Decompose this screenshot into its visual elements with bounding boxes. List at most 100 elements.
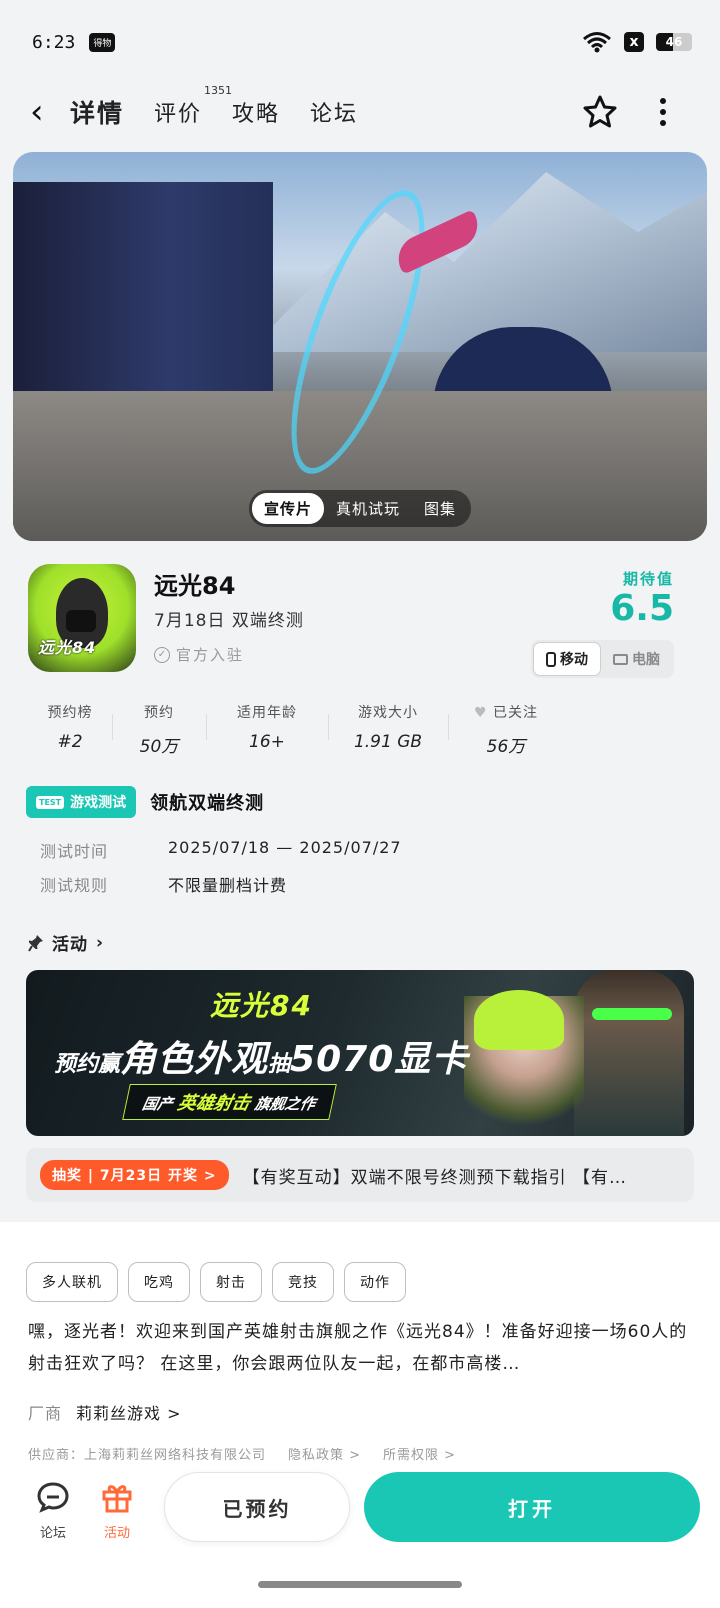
stat-value: 56万 [486,737,526,757]
test-tag-icon: TEST [36,795,65,809]
forum-button[interactable]: 论坛 [26,1480,80,1541]
icon-mask [66,610,96,632]
tag-list: 多人联机 吃鸡 射击 竞技 动作 [26,1262,406,1302]
chat-bubble-icon [37,1482,69,1513]
rating-label: 期待值 [622,570,674,588]
tab-label: 评价 [154,102,203,127]
stat-label: 预约榜 [47,705,93,721]
tab-guides[interactable]: 攻略 [232,96,280,128]
notice-bar[interactable]: 抽奖 | 7月23日 开奖 > 【有奖互动】双端不限号终测预下载指引 【有… [26,1148,694,1202]
stat-age: 适用年龄 16+ [206,702,328,757]
stat-label: 预约 [144,705,174,721]
vendor-label: 厂商 [28,1404,63,1423]
expectation-rating: 期待值 6.5 [610,568,674,629]
test-badge: TEST 游戏测试 [26,786,137,818]
tab-label: 论坛 [310,102,359,127]
test-title: 领航双端终测 [150,793,265,814]
activity-button[interactable]: 活动 [90,1480,144,1541]
media-tab-trailer[interactable]: 宣传片 [251,493,324,524]
privacy-link[interactable]: 隐私政策 > [288,1444,361,1463]
activity-label: 活动 [103,1526,130,1541]
test-row: TEST 游戏测试 领航双端终测 [26,786,264,818]
banner-character-male [574,970,684,1136]
check-circle-icon: ✓ [154,646,170,663]
stat-value: #2 [57,732,83,752]
activity-title: 活动 [52,935,88,955]
banner-sub-a: 国产 [140,1095,175,1113]
stats-row: 预约榜 #2 预约 50万 适用年龄 16+ 游戏大小 1.91 GB ♥ 已关… [28,702,588,757]
banner-text: 抽 [268,1052,291,1077]
stat-size: 游戏大小 1.91 GB [328,702,448,757]
test-rule-label: 测试规则 [40,876,109,895]
banner-text: 角色外观 [120,1039,269,1080]
test-info: 测试时间 2025/07/18 — 2025/07/27 测试规则 不限量删档计… [40,838,402,906]
tab-label: 详情 [70,99,125,128]
media-carousel[interactable]: 宣传片 真机试玩 图集 [13,152,707,541]
home-indicator[interactable] [258,1581,462,1588]
app-notification-badge: 得物 [89,32,116,52]
stat-value: 1.91 GB [353,732,423,752]
test-time-value: 2025/07/18 — 2025/07/27 [168,838,402,857]
activity-banner[interactable]: 远光84 预约赢 角色外观 抽 5070显卡 国产 英雄射击 旗舰之作 [26,970,694,1136]
pin-icon [28,934,43,952]
tag-chip[interactable]: 竞技 [272,1262,334,1302]
banner-text: 5070显卡 [290,1039,469,1080]
tag-chip[interactable]: 射击 [200,1262,262,1302]
tag-chip[interactable]: 多人联机 [26,1262,118,1302]
stat-value: 16+ [249,732,285,752]
banner-hair [474,990,564,1050]
battery-text: 46 [665,35,683,49]
stat-label: 已关注 [493,705,538,721]
banner-glasses [592,1008,672,1020]
app-subtitle: 7月18日 双端终测 [154,611,304,631]
app-name: 远光84 [154,572,236,600]
banner-headline: 预约赢 角色外观 抽 5070显卡 [54,1030,468,1082]
media-tab-gameplay[interactable]: 真机试玩 [324,493,412,524]
platform-mobile[interactable]: 移动 [533,642,601,676]
star-icon[interactable] [582,94,618,130]
test-rule-row: 测试规则 不限量删档计费 [40,872,402,896]
tag-chip[interactable]: 吃鸡 [128,1262,190,1302]
tab-details[interactable]: 详情 [65,94,129,130]
game-description[interactable]: 嘿，逐光者！欢迎来到国产英雄射击旗舰之作《远光84》！准备好迎接一场60人的射击… [28,1316,694,1380]
activity-header[interactable]: 活动 › [28,930,104,955]
back-arrow-icon[interactable]: ‹ [30,92,70,132]
more-vert-icon[interactable] [660,98,666,126]
phone-icon [546,651,556,667]
monitor-icon [613,653,628,665]
bottom-bar: 论坛 活动 已预约 打开 [0,1462,720,1608]
tab-reviews[interactable]: 评价 1351 [154,84,232,128]
stat-label: 游戏大小 [358,705,418,721]
status-icons: x 46 [582,31,692,53]
banner-logo: 远光84 [210,989,313,1022]
tag-chip[interactable]: 动作 [344,1262,406,1302]
stat-value: 50万 [139,737,179,757]
icon-logo: 远光84 [38,638,97,657]
wifi-icon [583,32,611,53]
status-time: 6:23 [32,31,76,53]
open-button[interactable]: 打开 [364,1472,700,1542]
heart-icon: ♥ [473,705,488,721]
platform-label: 电脑 [632,652,660,668]
vendor-row[interactable]: 厂商 莉莉丝游戏 > [28,1400,182,1424]
media-tab-gallery[interactable]: 图集 [412,493,468,524]
stat-reservations: 预约 50万 [112,702,206,757]
media-tabs: 宣传片 真机试玩 图集 [248,490,472,527]
test-rule-value: 不限量删档计费 [168,876,288,895]
notice-text[interactable]: 【有奖互动】双端不限号终测预下载指引 【有… [243,1163,627,1188]
permissions-link[interactable]: 所需权限 > [383,1444,456,1463]
lottery-badge[interactable]: 抽奖 | 7月23日 开奖 > [40,1160,229,1190]
test-time-label: 测试时间 [40,842,109,861]
stat-follows[interactable]: ♥ 已关注 56万 [448,702,564,757]
platform-pc[interactable]: 电脑 [601,642,672,676]
platform-switch: 移动 电脑 [531,640,674,678]
stat-label-wrap: ♥ 已关注 [448,702,564,722]
stat-rank[interactable]: 预约榜 #2 [28,702,112,757]
app-icon: 远光84 [28,564,136,672]
tab-forum[interactable]: 论坛 [310,96,358,128]
reserved-button[interactable]: 已预约 [164,1472,350,1542]
vendor-name: 莉莉丝游戏 > [76,1404,182,1423]
stat-label: 适用年龄 [237,705,297,721]
official-badge: ✓ 官方入驻 [154,644,244,665]
banner-sub-highlight: 英雄射击 [175,1093,253,1114]
